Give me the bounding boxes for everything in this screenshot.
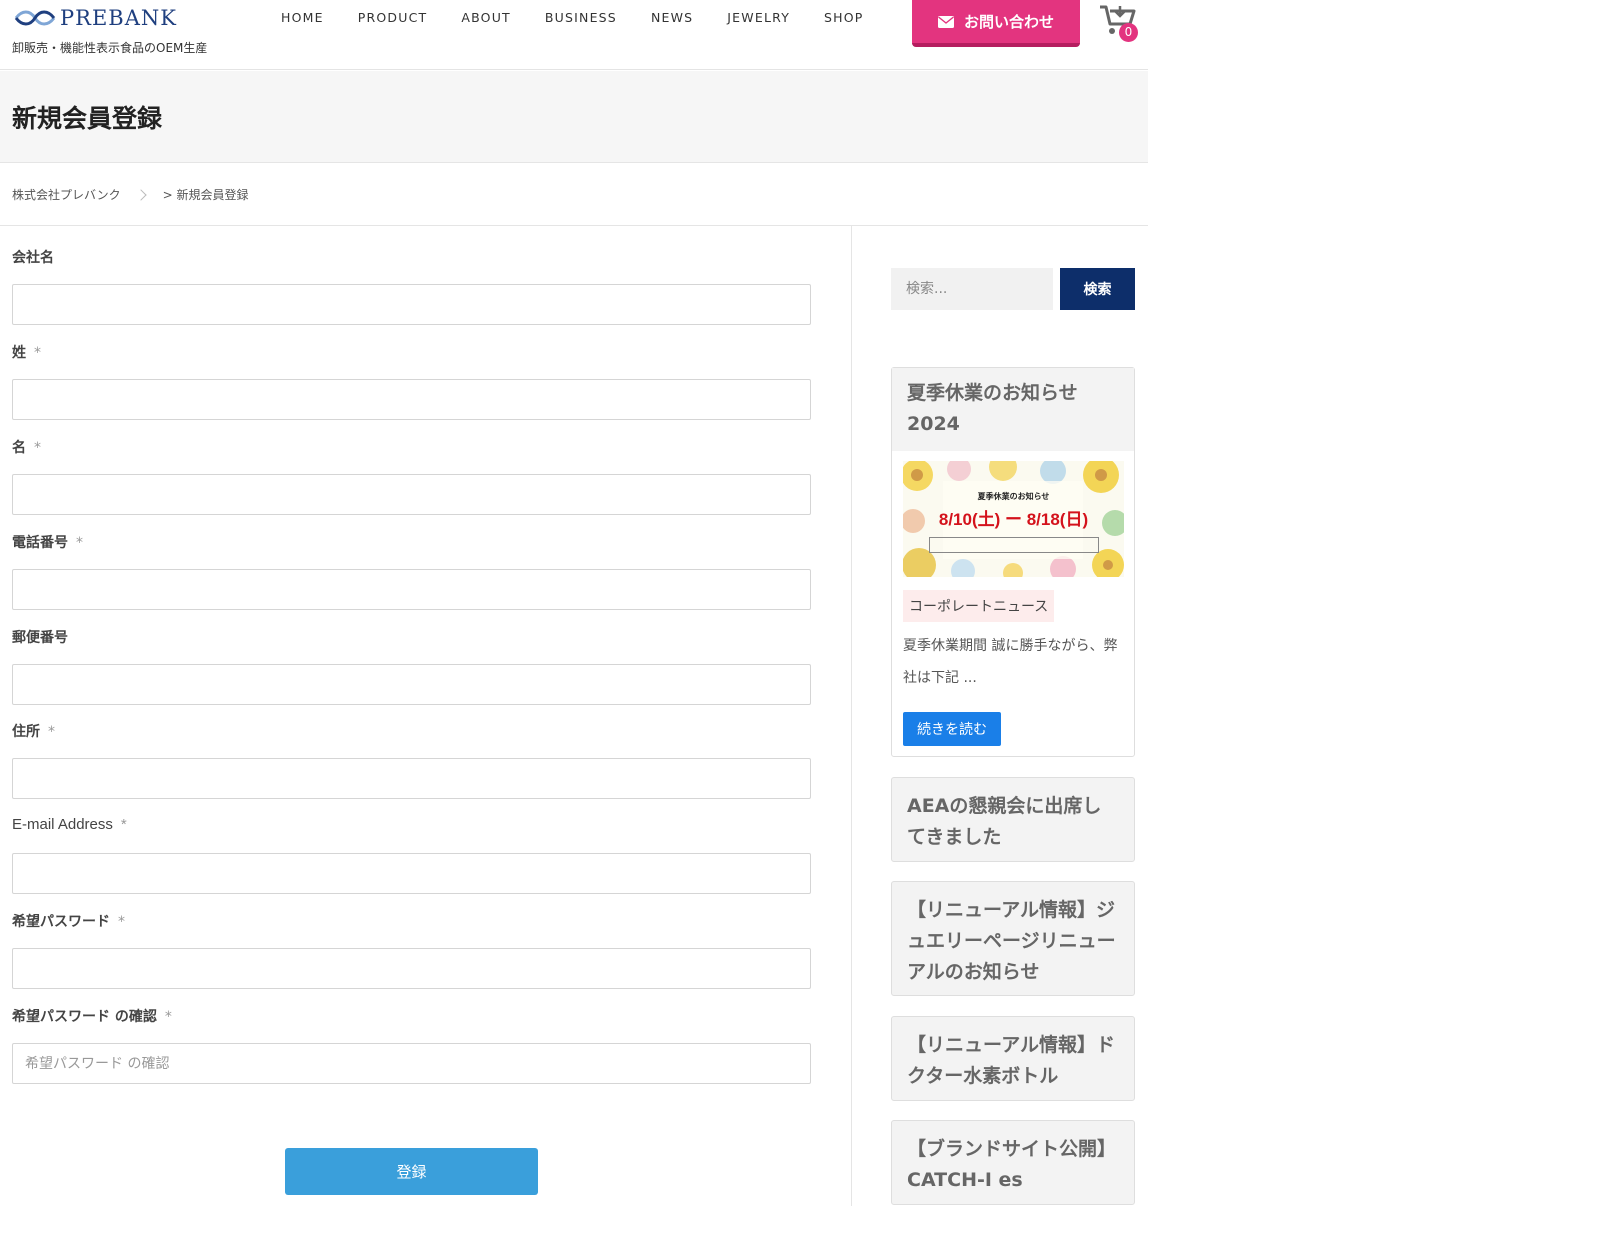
nav-jewelry[interactable]: JEWELRY: [727, 10, 790, 25]
field-label: 住所 *: [12, 724, 55, 740]
logo-mark-icon: [14, 10, 56, 26]
field-email: E-mail Address *: [12, 816, 812, 894]
field-address: 住所 *: [12, 721, 812, 799]
site-tagline: 卸販売・機能性表示食品のOEM生産: [12, 41, 208, 55]
post-card[interactable]: 【ブランドサイト公開】CATCH-I es: [891, 1120, 1135, 1205]
read-more-button[interactable]: 続きを読む: [903, 712, 1001, 746]
post-title[interactable]: 【リニューアル情報】ジュエリーページリニューアルのお知らせ: [892, 882, 1134, 1000]
breadcrumb-current: > 新規会員登録: [162, 188, 249, 202]
featured-post-title[interactable]: 夏季休業のお知らせ 2024: [907, 378, 1119, 440]
page-title-band: 新規会員登録: [0, 71, 1148, 163]
field-label: 郵便番号: [12, 630, 68, 646]
required-mark: *: [34, 345, 41, 361]
featured-post-excerpt: 夏季休業期間 誠に勝手ながら、弊社は下記 ...: [903, 638, 1118, 686]
chevron-right-icon: [134, 188, 147, 201]
required-mark: *: [120, 816, 127, 833]
field-label: 名 *: [12, 440, 41, 456]
search-input[interactable]: [891, 268, 1053, 310]
field-company: 会社名: [12, 247, 812, 325]
required-mark: *: [164, 1009, 172, 1025]
logo-text: PREBANK: [60, 6, 177, 30]
field-label: E-mail Address *: [12, 816, 127, 833]
banner-notice-box: [929, 537, 1099, 553]
email-input[interactable]: [12, 853, 811, 894]
field-label: 姓 *: [12, 345, 41, 361]
post-card[interactable]: 【リニューアル情報】ドクター水素ボトル: [891, 1016, 1135, 1101]
featured-post-header: 夏季休業のお知らせ 2024: [892, 368, 1134, 451]
last-name-input[interactable]: [12, 379, 811, 420]
required-mark: *: [48, 724, 55, 740]
required-mark: *: [118, 914, 125, 930]
category-tag[interactable]: コーポレートニュース: [903, 590, 1055, 622]
required-mark: *: [34, 440, 41, 456]
banner-heading: 夏季休業のお知らせ: [977, 492, 1050, 501]
site-logo[interactable]: PREBANK: [12, 6, 177, 30]
column-divider: [851, 226, 852, 1206]
post-card[interactable]: 【リニューアル情報】ジュエリーページリニューアルのお知らせ: [891, 881, 1135, 996]
field-password: 希望パスワード *: [12, 911, 812, 989]
company-input[interactable]: [12, 284, 811, 325]
first-name-input[interactable]: [12, 474, 811, 515]
featured-post-thumbnail[interactable]: 夏季休業のお知らせ 8/10(土) ー 8/18(日): [903, 461, 1124, 577]
address-input[interactable]: [12, 758, 811, 799]
nav-about[interactable]: ABOUT: [461, 10, 511, 25]
field-label: 会社名: [12, 250, 54, 266]
page-title: 新規会員登録: [12, 104, 163, 133]
main-nav: HOME PRODUCT ABOUT BUSINESS NEWS JEWELRY…: [281, 10, 898, 25]
postal-code-input[interactable]: [12, 664, 811, 705]
site-header: PREBANK 卸販売・機能性表示食品のOEM生産 HOME PRODUCT A…: [0, 0, 1148, 70]
password-input[interactable]: [12, 948, 811, 989]
nav-product[interactable]: PRODUCT: [358, 10, 428, 25]
divider: [0, 225, 1148, 226]
breadcrumb-home[interactable]: 株式会社プレバンク: [12, 186, 121, 203]
banner-dates: 8/10(土) ー 8/18(日): [938, 510, 1089, 529]
required-mark: *: [76, 535, 83, 551]
field-first-name: 名 *: [12, 437, 812, 515]
nav-business[interactable]: BUSINESS: [545, 10, 617, 25]
field-last-name: 姓 *: [12, 342, 812, 420]
post-card[interactable]: AEAの懇親会に出席してきました: [891, 777, 1135, 862]
post-title[interactable]: 【ブランドサイト公開】CATCH-I es: [892, 1121, 1134, 1208]
post-title[interactable]: AEAの懇親会に出席してきました: [892, 778, 1134, 865]
nav-home[interactable]: HOME: [281, 10, 324, 25]
search-button[interactable]: 検索: [1060, 268, 1135, 310]
field-phone: 電話番号 *: [12, 532, 812, 610]
field-postal-code: 郵便番号: [12, 627, 812, 705]
field-label: 希望パスワード *: [12, 914, 125, 930]
register-button[interactable]: 登録: [285, 1148, 538, 1195]
cart-count-badge: 0: [1119, 23, 1138, 42]
featured-post-card: 夏季休業のお知らせ 2024 夏季休業のお知らせ 8/10(土) ー 8/18(…: [891, 367, 1135, 757]
envelope-icon: [937, 15, 954, 28]
post-title[interactable]: 【リニューアル情報】ドクター水素ボトル: [892, 1017, 1134, 1104]
password-confirm-input[interactable]: [12, 1043, 811, 1084]
field-label: 希望パスワード の確認 *: [12, 1009, 172, 1025]
phone-input[interactable]: [12, 569, 811, 610]
field-label: 電話番号 *: [12, 535, 83, 551]
breadcrumb: 株式会社プレバンク > 新規会員登録: [12, 186, 248, 203]
nav-news[interactable]: NEWS: [651, 10, 693, 25]
contact-button-label: お問い合わせ: [963, 13, 1054, 31]
contact-button[interactable]: お問い合わせ: [912, 0, 1080, 47]
field-password-confirm: 希望パスワード の確認 *: [12, 1006, 812, 1084]
nav-shop[interactable]: SHOP: [824, 10, 864, 25]
